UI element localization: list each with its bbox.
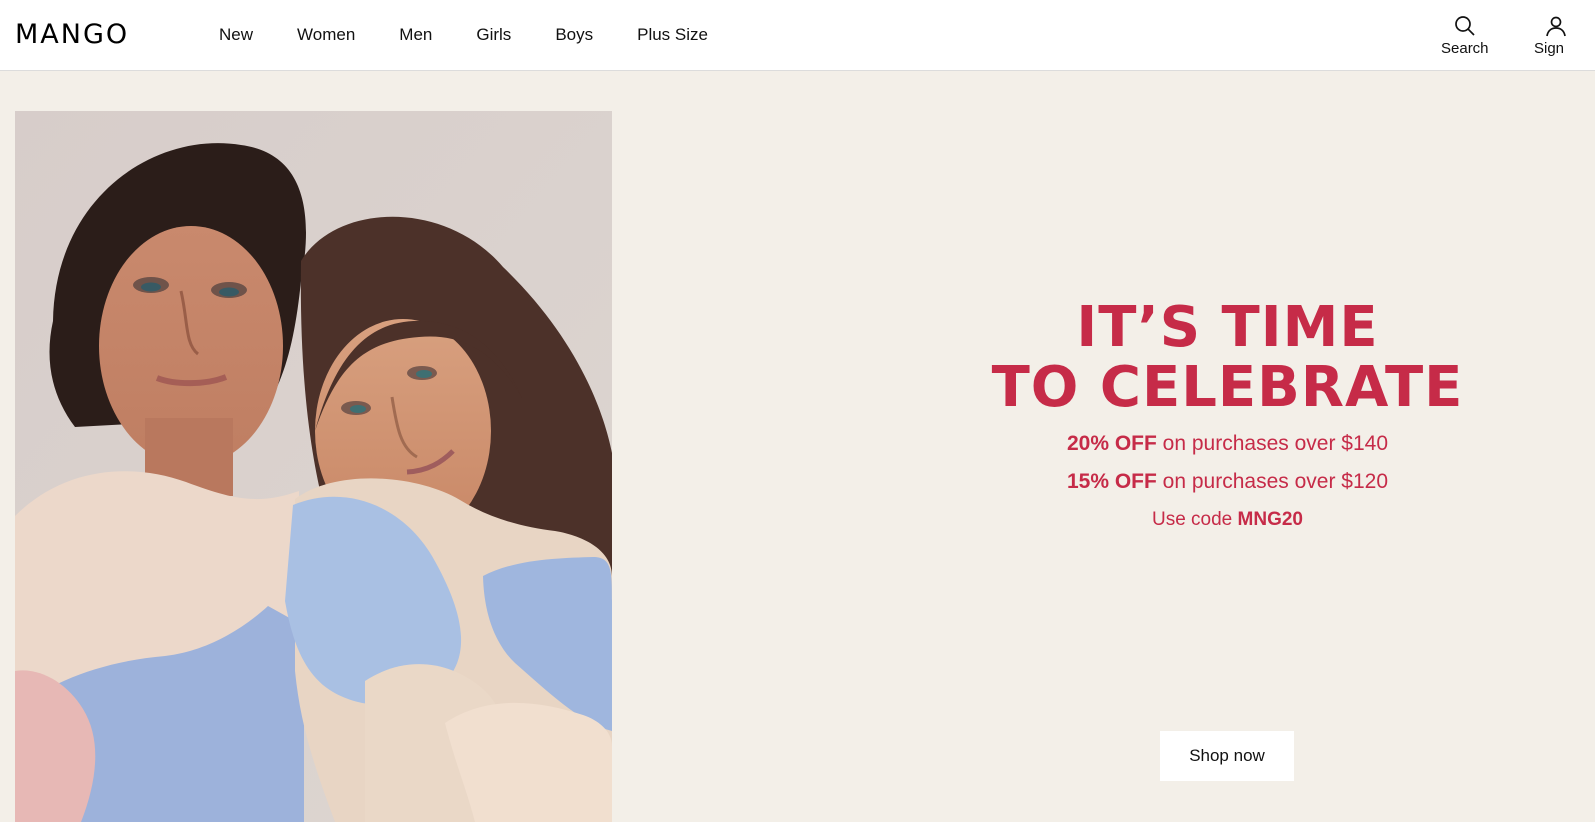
promo-title-line-2: TO CELEBRATE: [991, 355, 1464, 420]
mango-logo[interactable]: MANGO: [15, 19, 129, 51]
hero-photo-illustration: [15, 111, 612, 822]
nav-men[interactable]: Men: [399, 24, 432, 46]
search-label: Search: [1441, 40, 1489, 57]
sign-in-label: Sign: [1534, 40, 1565, 57]
user-icon: [1546, 16, 1566, 37]
nav-girls[interactable]: Girls: [476, 24, 511, 46]
promo-title-line-1: IT’S TIME: [1076, 295, 1379, 360]
promo-title: IT’S TIME TO CELEBRATE: [980, 298, 1475, 418]
promo-offer-2-bold: 15% OFF: [1066, 470, 1157, 493]
nav-boys[interactable]: Boys: [555, 24, 593, 46]
promo-banner: IT’S TIME TO CELEBRATE 20% OFF on purcha…: [980, 298, 1475, 532]
promo-offer-1: 20% OFF on purchases over $140: [980, 431, 1475, 456]
promo-code: Use code MNG20: [980, 508, 1475, 532]
main-navigation: New Women Men Girls Boys Plus Size: [219, 24, 708, 46]
nav-new[interactable]: New: [219, 24, 253, 46]
search-icon: [1454, 16, 1475, 36]
promo-offer-2-text: on purchases over $120: [1156, 470, 1388, 493]
nav-women[interactable]: Women: [297, 24, 355, 46]
promo-offer-2: 15% OFF on purchases over $120: [980, 469, 1475, 494]
shop-now-button[interactable]: Shop now: [1160, 731, 1294, 781]
promo-offer-1-text: on purchases over $140: [1156, 432, 1388, 455]
nav-plus-size[interactable]: Plus Size: [637, 24, 708, 46]
site-header: MANGO New Women Men Girls Boys Plus Size…: [0, 0, 1595, 71]
search-button[interactable]: Search: [1441, 14, 1489, 58]
promo-offer-1-bold: 20% OFF: [1066, 432, 1157, 455]
sign-in-button[interactable]: Sign: [1534, 14, 1595, 58]
promo-code-prefix: Use code: [1151, 509, 1238, 530]
hero-image: [15, 111, 612, 822]
promo-code-value: MNG20: [1237, 509, 1303, 530]
